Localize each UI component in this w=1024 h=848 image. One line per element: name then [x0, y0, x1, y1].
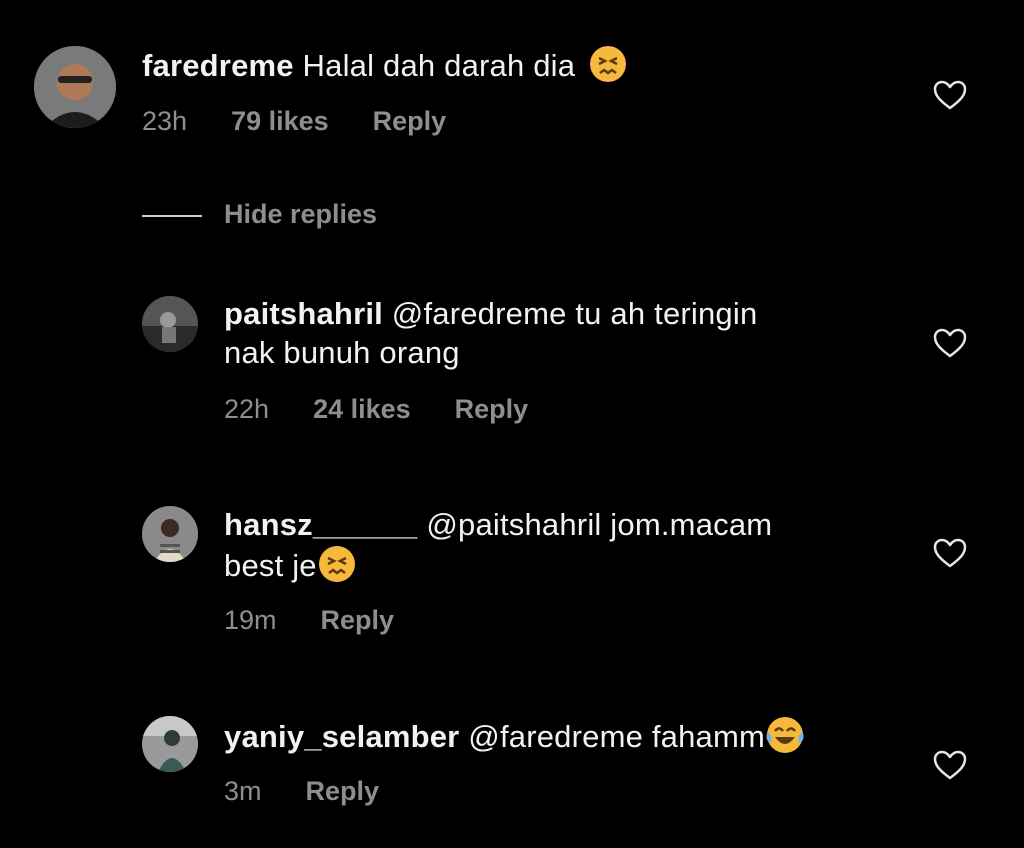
username[interactable]: faredreme	[142, 48, 294, 83]
reply-button[interactable]: Reply	[306, 776, 380, 807]
comment-text: hansz______ @paitshahril jom.macam best …	[224, 505, 772, 585]
comment-body: Halal dah darah dia	[302, 48, 576, 83]
comment-body-line-2: best je	[224, 548, 317, 583]
hide-replies-button[interactable]: Hide replies	[224, 199, 377, 230]
avatar[interactable]	[142, 296, 198, 352]
reply-button[interactable]: Reply	[455, 394, 529, 425]
timestamp: 22h	[224, 394, 270, 424]
comment-body: @faredreme fahamm	[468, 719, 766, 754]
avatar[interactable]	[142, 506, 198, 562]
heart-icon[interactable]	[933, 80, 967, 110]
avatar[interactable]	[34, 46, 116, 128]
comment-body: @faredreme tu ah teringin	[391, 296, 758, 331]
comment-body: @paitshahril jom.macam	[426, 507, 773, 542]
comment-text: faredreme Halal dah darah dia	[142, 44, 628, 85]
username[interactable]: yaniy_selamber	[224, 719, 459, 754]
username[interactable]: paitshahril	[224, 296, 383, 331]
comment-body-line-2: nak bunuh orang	[224, 335, 460, 370]
comment-meta: 19m Reply	[224, 605, 394, 636]
heart-icon[interactable]	[933, 328, 967, 358]
timestamp: 23h	[142, 106, 188, 136]
heart-icon[interactable]	[933, 538, 967, 568]
hide-replies-divider	[142, 215, 202, 217]
comment-text: yaniy_selamber @faredreme fahamm	[224, 715, 805, 756]
likes-count[interactable]: 79 likes	[231, 106, 329, 137]
heart-icon[interactable]	[933, 750, 967, 780]
timestamp: 19m	[224, 605, 277, 635]
comment-meta: 23h 79 likes Reply	[142, 106, 446, 137]
username[interactable]: hansz______	[224, 507, 418, 542]
comment-meta: 3m Reply	[224, 776, 379, 807]
confounded-face-icon	[588, 44, 628, 84]
confounded-face-icon	[317, 544, 357, 584]
timestamp: 3m	[224, 776, 262, 806]
face-with-tears-of-joy-icon	[765, 715, 805, 755]
reply-button[interactable]: Reply	[321, 605, 395, 636]
reply-button[interactable]: Reply	[373, 106, 447, 137]
avatar[interactable]	[142, 716, 198, 772]
comment-text: paitshahril @faredreme tu ah teringin na…	[224, 294, 757, 372]
comment-meta: 22h 24 likes Reply	[224, 394, 528, 425]
likes-count[interactable]: 24 likes	[313, 394, 411, 425]
